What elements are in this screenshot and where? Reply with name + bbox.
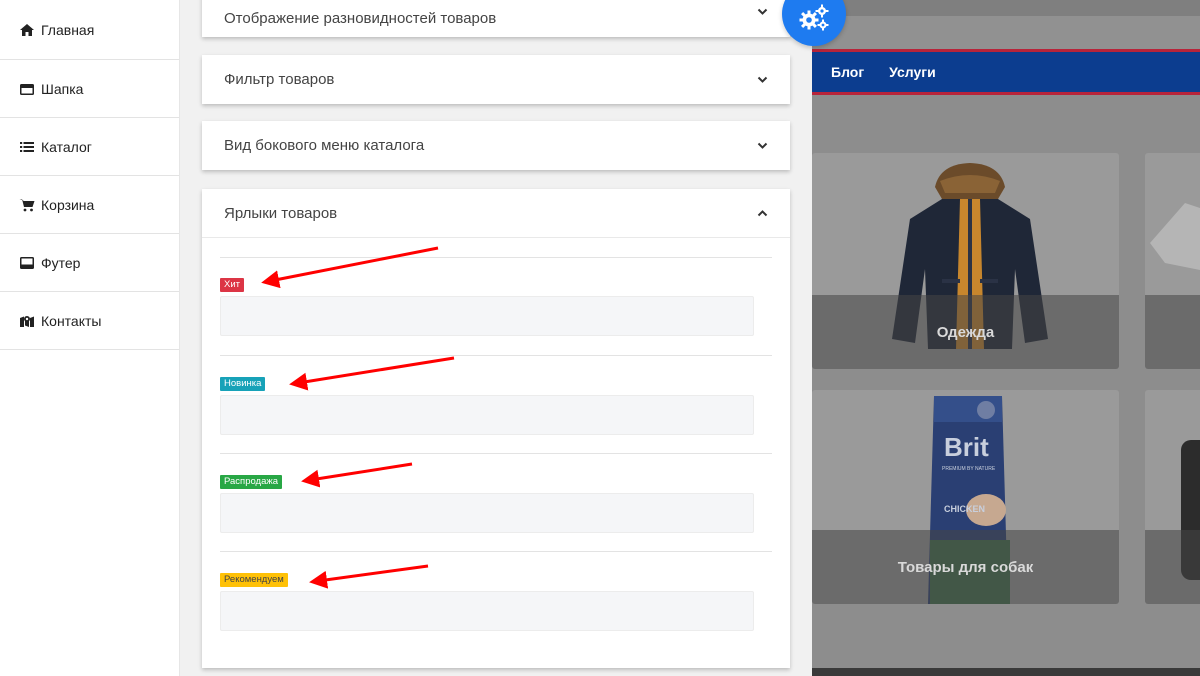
label-badge-recommend: Рекомендуем [220, 573, 288, 587]
brand-subtext: PREMIUM BY NATURE [942, 466, 996, 472]
label-row-sale: Распродажа [220, 453, 772, 533]
sidebar-item-label: Футер [41, 254, 81, 271]
sidebar-item-label: Главная [41, 21, 95, 38]
chevron-down-icon [756, 140, 768, 152]
label-badge-sale: Распродажа [220, 475, 283, 489]
settings-panel: Отображение разновидностей товаров Фильт… [180, 0, 812, 676]
label-row-recommend: Рекомендуем [220, 551, 772, 631]
chevron-down-icon [756, 74, 768, 86]
sidebar-item-label: Корзина [41, 196, 95, 213]
accordion-title: Фильтр товаров [224, 71, 335, 88]
sidebar-item-footer[interactable]: Футер [0, 234, 179, 292]
accordion-title: Отображение разновидностей товаров [224, 10, 497, 27]
settings-sidebar: Главная Шапка Каталог Корзина Футер Конт… [0, 0, 180, 676]
sidebar-item-cart[interactable]: Корзина [0, 176, 179, 234]
label-badge-new: Новинка [220, 377, 266, 391]
nav-link-blog[interactable]: Блог [831, 64, 864, 80]
site-nav: Блог Услуги [812, 49, 1200, 95]
card-caption: Одежда [812, 295, 1119, 369]
product-text: CHICKEN [944, 504, 985, 514]
accordion-product-labels: Ярлыки товаров Хит Новинка Распродажа Ре… [202, 189, 790, 668]
category-card-partial[interactable] [1145, 153, 1200, 369]
chevron-up-icon [756, 207, 768, 219]
gears-icon [799, 4, 829, 31]
label-recommend-input[interactable] [220, 591, 754, 631]
sidebar-item-label: Контакты [41, 312, 102, 329]
label-sale-input[interactable] [220, 493, 754, 533]
footer-icon [18, 256, 36, 270]
home-icon [18, 23, 36, 37]
nav-link-services[interactable]: Услуги [889, 64, 936, 80]
sidebar-item-contacts[interactable]: Контакты [0, 292, 179, 350]
site-preview: Блог Услуги Одежда Brit PREMIUM BY NATUR… [812, 0, 1200, 676]
chevron-down-icon [756, 6, 768, 18]
cart-icon [18, 198, 36, 212]
label-badge-hit: Хит [220, 278, 244, 292]
card-caption: Товары для собак [812, 530, 1119, 604]
label-new-input[interactable] [220, 395, 754, 435]
accordion-title: Ярлыки товаров [224, 204, 338, 222]
brand-text: Brit [944, 432, 989, 462]
map-icon [18, 314, 36, 328]
accordion-product-filter[interactable]: Фильтр товаров [202, 55, 790, 104]
label-hit-input[interactable] [220, 296, 754, 336]
category-card-partial[interactable] [1145, 390, 1200, 604]
category-card-clothing[interactable]: Одежда [812, 153, 1119, 369]
sidebar-item-catalog[interactable]: Каталог [0, 118, 179, 176]
label-row-hit: Хит [220, 257, 772, 336]
label-row-new: Новинка [220, 355, 772, 435]
accordion-header[interactable]: Ярлыки товаров [202, 189, 790, 238]
list-icon [18, 140, 36, 154]
accordion-catalog-side-menu[interactable]: Вид бокового меню каталога [202, 121, 790, 170]
sidebar-item-label: Каталог [41, 138, 92, 155]
sidebar-item-label: Шапка [41, 80, 84, 97]
sidebar-item-header[interactable]: Шапка [0, 60, 179, 118]
sidebar-item-home[interactable]: Главная [0, 0, 179, 60]
window-icon [18, 82, 36, 96]
accordion-title: Вид бокового меню каталога [224, 137, 425, 154]
category-card-dogs[interactable]: Brit PREMIUM BY NATURE CHICKEN Товары дл… [812, 390, 1119, 604]
accordion-product-variants[interactable]: Отображение разновидностей товаров [202, 0, 790, 37]
